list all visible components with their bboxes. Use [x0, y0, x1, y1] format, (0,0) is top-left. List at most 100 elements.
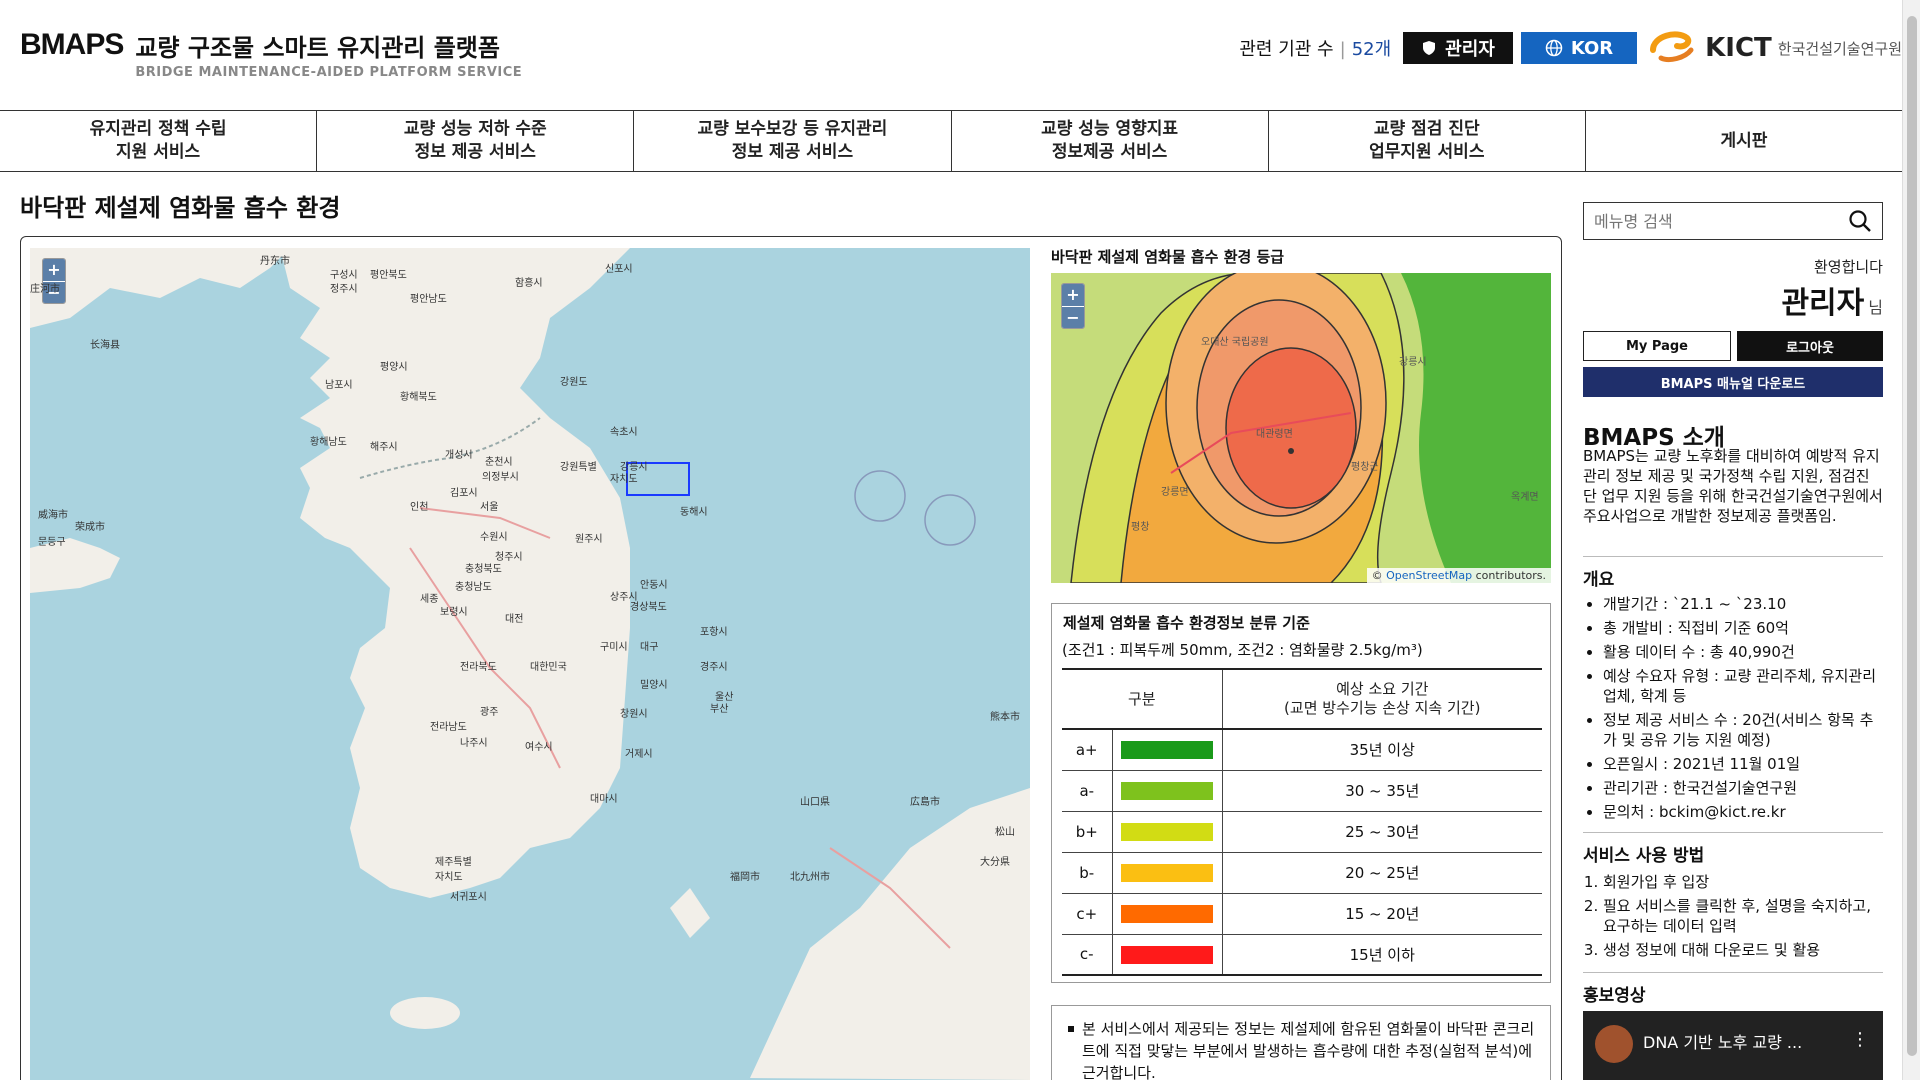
grade-zoom-out-button[interactable]: − [1062, 306, 1084, 328]
usage-title: 서비스 사용 방법 [1583, 832, 1883, 866]
overview-item: 정보 제공 서비스 수 : 20건(서비스 항목 추가 및 공유 기능 지원 예… [1603, 710, 1883, 750]
grade-map-title: 바닥판 제설제 염화물 흡수 환경 등급 [1051, 248, 1285, 266]
user-name: 관리자 [1781, 286, 1865, 321]
map-place-label: 평양시 [380, 362, 408, 373]
map-place-label: 함흥시 [515, 278, 543, 289]
scrollbar-thumb[interactable] [1907, 16, 1917, 1056]
grade-swatch-cell [1112, 769, 1223, 811]
mypage-button[interactable]: My Page [1583, 331, 1731, 361]
site-logo[interactable]: BMAPS 교량 구조물 스마트 유지관리 플랫폼 BRIDGE MAINTEN… [20, 28, 522, 80]
grade-label: b+ [1062, 810, 1113, 852]
map-place-label: 청주시 [495, 552, 523, 563]
grade-period: 35년 이상 [1222, 728, 1542, 770]
note-bullet-icon [1068, 1026, 1074, 1032]
map-place-label: 창원시 [620, 709, 648, 720]
admin-button-label: 관리자 [1445, 39, 1495, 60]
nav-inspection-support[interactable]: 교량 점검 진단 업무지원 서비스 [1269, 111, 1586, 171]
grade-label: a- [1062, 769, 1113, 811]
grade-swatch-cell [1112, 810, 1223, 852]
grade-map-place-label: 오대산 국립공원 [1201, 337, 1269, 348]
overview-item: 활용 데이터 수 : 총 40,990건 [1603, 642, 1883, 662]
grade-map-place-label: 강릉시 [1399, 357, 1427, 368]
site-subtitle: BRIDGE MAINTENANCE-AIDED PLATFORM SERVIC… [135, 65, 523, 80]
map-place-label: 강릉시 [620, 462, 648, 473]
map-place-label: 인천 [410, 502, 429, 513]
nav-repair-maintenance[interactable]: 교량 보수보강 등 유지관리 정보 제공 서비스 [634, 111, 952, 171]
overview-item: 총 개발비 : 직접비 기준 60억 [1603, 618, 1883, 638]
map-place-label: 수원시 [480, 532, 508, 543]
overview-item: 오픈일시 : 2021년 11월 01일 [1603, 754, 1883, 774]
page-scrollbar[interactable] [1902, 0, 1920, 1080]
openstreetmap-link[interactable]: OpenStreetMap [1386, 569, 1472, 582]
grade-map[interactable]: + − 오대산 국립공원 강릉시 대관령면 평창군 강릉면 옥계면 평창 © OpenStr… [1051, 273, 1551, 583]
attribution-suffix: contributors. [1475, 569, 1546, 582]
map-place-label: 포항시 [700, 627, 728, 638]
kict-logo[interactable]: KICT 한국건설기술연구원 [1647, 28, 1902, 68]
usage-step: 생성 정보에 대해 다운로드 및 활용 [1603, 940, 1883, 960]
map-place-label: 원주시 [575, 534, 603, 545]
grade-swatch-cell [1112, 933, 1223, 975]
attribution-prefix: © [1371, 569, 1383, 582]
map-place-label: 제주특별 [435, 857, 472, 868]
nav-board[interactable]: 게시판 [1586, 111, 1902, 171]
grade-map-place-label: 옥계면 [1511, 492, 1539, 503]
admin-button[interactable]: 관리자 [1403, 32, 1513, 64]
usage-step: 회원가입 후 입장 [1603, 872, 1883, 892]
map-place-label: 문등구 [38, 537, 66, 548]
grade-period: 20 ~ 25년 [1222, 851, 1542, 893]
overview-list: 개발기간 : `21.1 ~ `23.10 총 개발비 : 직접비 기준 60억활… [1583, 594, 1883, 826]
search-icon[interactable] [1848, 209, 1872, 233]
language-button[interactable]: KOR [1520, 32, 1638, 64]
welcome-text: 환영합니다 [1813, 258, 1883, 276]
grade-label: c+ [1062, 892, 1113, 934]
grade-period: 30 ~ 35년 [1222, 769, 1542, 811]
map-place-label: 평안북도 [370, 270, 407, 281]
site-title: 교량 구조물 스마트 유지관리 플랫폼 [135, 34, 500, 62]
nav-performance-degradation[interactable]: 교량 성능 저하 수준 정보 제공 서비스 [317, 111, 635, 171]
map-place-label: 荣成市 [75, 522, 105, 533]
map-zoom-in-button[interactable]: + [43, 259, 65, 281]
map-place-label: 庄河市 [30, 284, 60, 295]
map-place-label: 강원도 [560, 377, 588, 388]
grade-map-place-label: 평창 [1131, 522, 1150, 533]
grade-map-place-label: 대관령면 [1256, 429, 1293, 440]
map-place-label: 춘천시 [485, 457, 513, 468]
grade-zoom-control: + − [1061, 283, 1085, 329]
map-place-label: 서울 [480, 502, 499, 513]
page: BMAPS 교량 구조물 스마트 유지관리 플랫폼 BRIDGE MAINTEN… [0, 0, 1920, 1080]
promo-video[interactable]: DNA 기반 노후 교량 ... ⋮ [1583, 1011, 1883, 1080]
overview-item: 개발기간 : `21.1 ~ `23.10 [1603, 594, 1883, 614]
intro-text: BMAPS는 교량 노후화를 대비하여 예방적 유지관리 정보 제공 및 국가정… [1583, 447, 1883, 525]
criteria-col-period: 예상 소요 기간 (교면 방수기능 손상 지속 기간) [1222, 669, 1542, 730]
criteria-row: a- 30 ~ 35년 [1062, 769, 1542, 811]
map-place-label: 福岡市 [730, 872, 760, 883]
header: BMAPS 교량 구조물 스마트 유지관리 플랫폼 BRIDGE MAINTEN… [0, 0, 1902, 110]
nav-performance-indicators[interactable]: 교량 성능 영향지표 정보제공 서비스 [952, 111, 1269, 171]
map-place-label: 충청남도 [455, 582, 492, 593]
map-place-label: 丹东市 [260, 256, 290, 267]
map-place-label: 松山 [995, 827, 1015, 838]
grade-zoom-in-button[interactable]: + [1062, 284, 1084, 306]
user-greeting: 관리자 님 [1583, 278, 1883, 322]
criteria-conditions: (조건1 : 피복두께 50mm, 조건2 : 염화물량 2.5kg/m³) [1062, 641, 1423, 659]
map-place-label: 경상북도 [630, 602, 667, 613]
criteria-row: a+ 35년 이상 [1062, 728, 1542, 770]
map-place-label: 자치도 [435, 872, 463, 883]
map-place-label: 구성시 [330, 270, 358, 281]
overview-item: 문의처 : bckim@kict.re.kr [1603, 802, 1883, 822]
kict-name: KICT [1705, 33, 1772, 63]
grade-period: 25 ~ 30년 [1222, 810, 1542, 852]
more-options-icon[interactable]: ⋮ [1851, 1029, 1869, 1050]
manual-download-button[interactable]: BMAPS 매뉴얼 다운로드 [1583, 367, 1883, 397]
logout-button[interactable]: 로그아웃 [1737, 331, 1883, 361]
nav-policy-support[interactable]: 유지관리 정책 수립 지원 서비스 [0, 111, 318, 171]
korea-overview-map[interactable]: + − 丹东市 구성시 평안북도 신포시 함흥시 庄河市 정주시 평안남도 长海县 평양시 강원도 남… [30, 248, 1030, 1080]
account-buttons: My Page 로그아웃 [1583, 331, 1883, 361]
grade-swatch-cell [1112, 728, 1223, 770]
menu-search-input[interactable] [1594, 211, 1848, 231]
map-place-label: 전라북도 [460, 662, 497, 673]
overview-title: 개요 [1583, 556, 1883, 590]
criteria-row: b- 20 ~ 25년 [1062, 851, 1542, 893]
criteria-row: b+ 25 ~ 30년 [1062, 810, 1542, 852]
map-place-label: 황해남도 [310, 437, 347, 448]
